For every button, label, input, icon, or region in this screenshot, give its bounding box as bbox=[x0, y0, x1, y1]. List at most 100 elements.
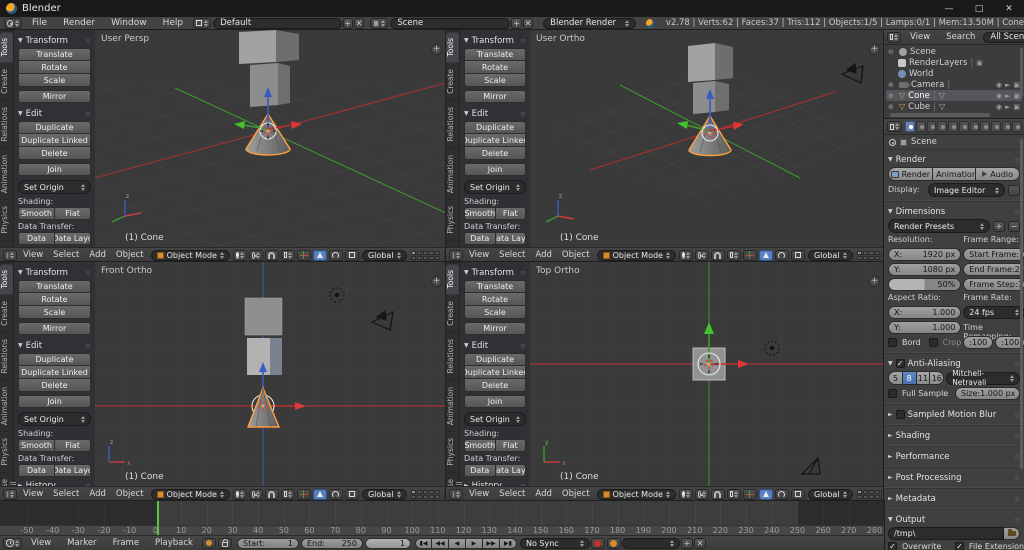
border-checkbox[interactable] bbox=[888, 338, 897, 347]
delete-button[interactable]: Delete bbox=[18, 379, 91, 392]
viewport-shading-dropdown[interactable] bbox=[679, 250, 693, 261]
toolshelf-tab-animation[interactable]: Animation bbox=[0, 149, 14, 199]
select-menu[interactable]: Select bbox=[494, 488, 530, 501]
set-origin-dropdown[interactable]: Set Origin bbox=[18, 412, 91, 426]
duplicate-linked-button[interactable]: Duplicate Linked bbox=[18, 366, 91, 379]
toolshelf-tab-physics[interactable]: Physics bbox=[0, 432, 14, 472]
snap-toggle[interactable] bbox=[711, 489, 725, 500]
panel-grip-icon[interactable]: ≡ bbox=[520, 342, 526, 350]
editor-type-button[interactable] bbox=[449, 489, 463, 500]
translate-button[interactable]: Translate bbox=[464, 280, 526, 293]
display-extra-button[interactable] bbox=[1008, 185, 1020, 196]
cube-object[interactable] bbox=[245, 298, 282, 335]
help-menu[interactable]: Help bbox=[155, 17, 192, 30]
orientation-dropdown[interactable]: Global bbox=[808, 489, 853, 500]
layers-widget[interactable] bbox=[857, 251, 885, 260]
object-menu[interactable]: Object bbox=[557, 488, 595, 501]
scene-selector[interactable]: Scene bbox=[390, 18, 510, 29]
outliner-horizontal-scrollbar[interactable] bbox=[890, 113, 990, 117]
jump-to-start-button[interactable]: ▮◀ bbox=[415, 538, 432, 549]
rotate-button[interactable]: Rotate bbox=[18, 61, 91, 74]
end-frame-field[interactable]: End:250 bbox=[301, 538, 363, 549]
properties-editor-type-button[interactable] bbox=[887, 121, 902, 132]
resolution-y-field[interactable]: Y:1080 px bbox=[888, 263, 961, 276]
lock-frame-toggle[interactable] bbox=[218, 538, 232, 549]
flat-button[interactable]: Flat bbox=[55, 207, 91, 220]
editor-type-button[interactable] bbox=[449, 250, 463, 261]
editor-type-button[interactable] bbox=[3, 250, 17, 261]
toolshelf-tab-tools[interactable]: Tools bbox=[0, 32, 14, 62]
cube-object[interactable] bbox=[688, 43, 715, 82]
edit-panel-header[interactable]: ▼Edit≡ bbox=[464, 339, 526, 352]
panel-grip-icon[interactable]: ≡ bbox=[85, 37, 91, 45]
outliner-item-world[interactable]: World bbox=[886, 68, 1022, 79]
output-panel-header[interactable]: ▼Output≡ bbox=[888, 513, 1020, 526]
render-button[interactable]: Render bbox=[888, 167, 933, 181]
timeline-marker-menu[interactable]: Marker bbox=[59, 537, 104, 550]
layers-widget[interactable] bbox=[411, 490, 440, 499]
data-button[interactable]: Data bbox=[464, 232, 496, 245]
minimize-button[interactable]: — bbox=[934, 0, 964, 17]
toolshelf-tab-tools[interactable]: Tools bbox=[446, 264, 460, 294]
toolshelf-tab-relations[interactable]: Relations bbox=[0, 333, 14, 379]
outliner-vertical-scrollbar[interactable] bbox=[1020, 48, 1023, 98]
snap-element-dropdown[interactable] bbox=[727, 250, 741, 261]
transform-panel-header[interactable]: ▼Transform≡ bbox=[18, 34, 91, 47]
panel-grip-icon[interactable]: ≡ bbox=[1014, 495, 1020, 503]
viewport-4-view[interactable]: y x Top Ortho (1) Cone + bbox=[530, 262, 884, 486]
toolshelf-tab-relations[interactable]: Relations bbox=[446, 101, 460, 147]
aa-size-field[interactable]: Size:1.000 px bbox=[955, 387, 1020, 400]
aspect-y-field[interactable]: Y:1.000 bbox=[888, 321, 961, 334]
set-origin-dropdown[interactable]: Set Origin bbox=[464, 412, 526, 426]
screen-layout-icon-button[interactable] bbox=[193, 18, 211, 29]
tab-data[interactable] bbox=[980, 121, 990, 132]
tab-constraints[interactable] bbox=[959, 121, 969, 132]
tab-render-layers[interactable] bbox=[916, 121, 926, 132]
viewport-3-view[interactable]: z x Front Ortho (1) Cone + bbox=[95, 262, 446, 486]
timeline-frame-menu[interactable]: Frame bbox=[105, 537, 147, 550]
keying-set-button[interactable] bbox=[607, 538, 621, 549]
aa-samples-11-button[interactable]: 11 bbox=[917, 371, 931, 385]
current-frame-indicator[interactable] bbox=[157, 501, 159, 535]
tab-material[interactable] bbox=[991, 121, 1001, 132]
toolshelf-tab-grease-pencil[interactable]: Grease Pencil bbox=[446, 473, 460, 486]
expander-icon[interactable]: ⊕ bbox=[888, 92, 896, 100]
panel-grip-icon[interactable]: ≡ bbox=[1014, 474, 1020, 482]
toolshelf-tab-relations[interactable]: Relations bbox=[0, 101, 14, 147]
manipulator-rotate-toggle[interactable] bbox=[329, 250, 343, 261]
flat-button[interactable]: Flat bbox=[55, 439, 91, 452]
close-button[interactable]: ✕ bbox=[994, 0, 1024, 17]
resolution-percentage-slider[interactable]: 50% bbox=[888, 278, 961, 291]
expander-icon[interactable]: ⊕ bbox=[888, 103, 896, 111]
viewport-shading-dropdown[interactable] bbox=[233, 250, 247, 261]
antialiasing-checkbox[interactable]: ✓ bbox=[896, 359, 905, 368]
pivot-dropdown[interactable] bbox=[695, 489, 709, 500]
set-origin-dropdown[interactable]: Set Origin bbox=[18, 180, 91, 194]
manipulator-rotate-toggle[interactable] bbox=[329, 489, 343, 500]
mode-dropdown[interactable]: Object Mode bbox=[151, 489, 230, 500]
outliner-item-cube[interactable]: ⊕ ▽ Cube | ▽ ◉ ► ▣ bbox=[886, 101, 1022, 112]
snap-element-dropdown[interactable] bbox=[727, 489, 741, 500]
maximize-button[interactable]: □ bbox=[964, 0, 994, 17]
render-panel-header[interactable]: ▼Render≡ bbox=[888, 153, 1020, 166]
manipulator-scale-toggle[interactable] bbox=[791, 489, 805, 500]
toolshelf-tab-physics[interactable]: Physics bbox=[446, 432, 460, 472]
scale-button[interactable]: Scale bbox=[464, 74, 526, 87]
join-button[interactable]: Join bbox=[464, 163, 526, 176]
data-button[interactable]: Data bbox=[18, 464, 55, 477]
manipulator-axes-toggle[interactable] bbox=[297, 250, 311, 261]
toolshelf-tab-grease-pencil[interactable]: Grease Pencil bbox=[0, 473, 14, 486]
tab-modifiers[interactable] bbox=[970, 121, 980, 132]
manipulator-scale-toggle[interactable] bbox=[345, 250, 359, 261]
timeline-playback-menu[interactable]: Playback bbox=[147, 537, 201, 550]
start-frame-field[interactable]: Start:1 bbox=[237, 538, 299, 549]
duplicate-button[interactable]: Duplicate bbox=[18, 121, 91, 134]
start-frame-field[interactable]: Start Frame:1 bbox=[963, 248, 1024, 261]
window-menu[interactable]: Window bbox=[103, 17, 155, 30]
outliner-item-cone[interactable]: ⊕ ▽ Cone | ▽ ◉ ► ▣ bbox=[886, 90, 1022, 101]
render-presets-dropdown[interactable]: Render Presets bbox=[888, 219, 990, 233]
display-dropdown[interactable]: Image Editor bbox=[928, 183, 1005, 197]
toolshelf-tab-relations[interactable]: Relations bbox=[446, 333, 460, 379]
post-processing-panel-header[interactable]: ►Post Processing≡ bbox=[888, 471, 1020, 484]
viewport-shading-dropdown[interactable] bbox=[233, 489, 247, 500]
